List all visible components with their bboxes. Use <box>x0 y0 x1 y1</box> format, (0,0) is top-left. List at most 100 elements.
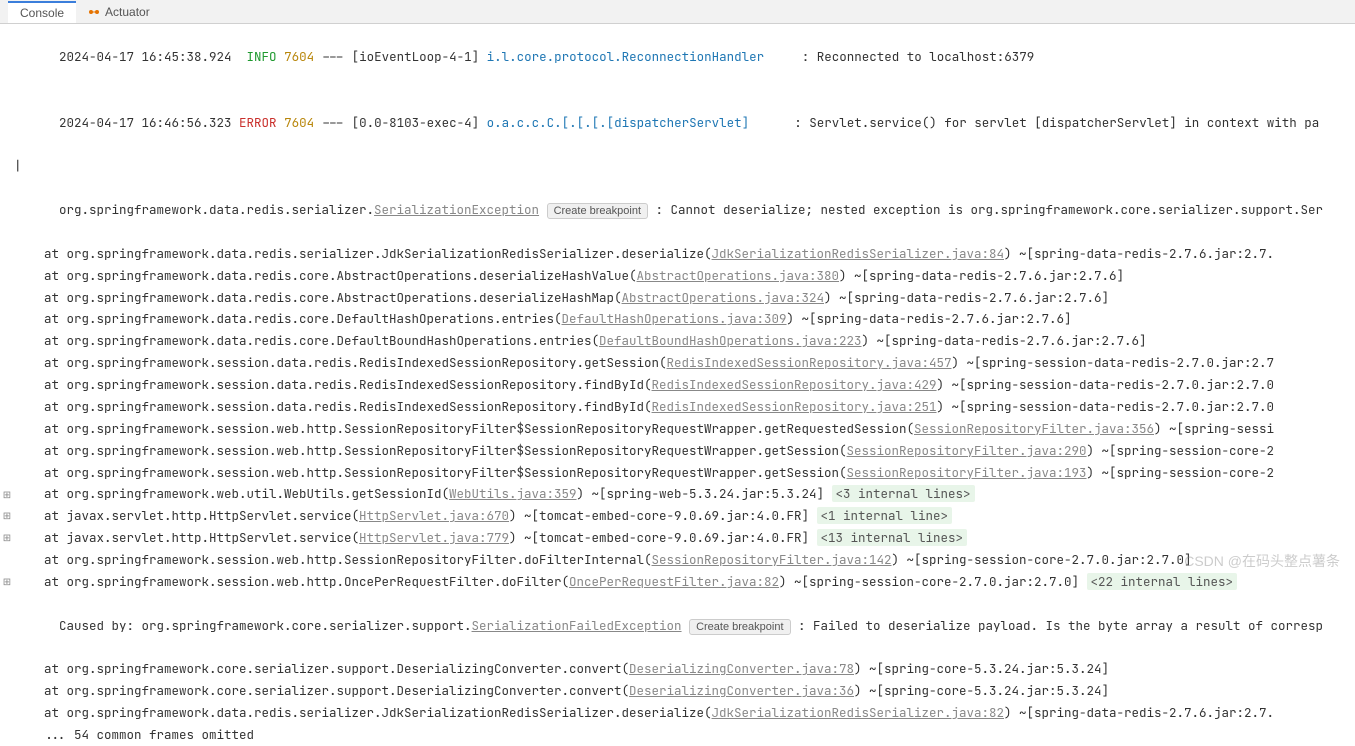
stack-text: at org.springframework.session.data.redi… <box>14 376 652 393</box>
stack-frame: at org.springframework.session.web.http.… <box>0 440 1355 462</box>
exception-prefix: org.springframework.data.redis.serialize… <box>59 201 374 218</box>
create-breakpoint-button[interactable]: Create breakpoint <box>547 203 648 219</box>
stack-frame: at org.springframework.core.serializer.s… <box>0 658 1355 680</box>
stack-text: at org.springframework.session.data.redi… <box>14 398 652 415</box>
create-breakpoint-button[interactable]: Create breakpoint <box>689 619 790 635</box>
jar-info: ) ~[spring-session-data-redis-2.7.0.jar:… <box>937 376 1275 393</box>
tab-actuator-label: Actuator <box>105 5 150 19</box>
text-cursor: | <box>14 155 1355 177</box>
stack-text: at org.springframework.core.serializer.s… <box>14 660 629 677</box>
folded-lines-badge[interactable]: <1 internal line> <box>817 507 953 524</box>
caused-by-message: : Failed to deserialize payload. Is the … <box>798 617 1323 634</box>
source-link[interactable]: JdkSerializationRedisSerializer.java:84 <box>712 245 1005 262</box>
jar-info: ) ~[spring-data-redis-2.7.6.jar:2.7.6] <box>787 310 1072 327</box>
stack-frame: ⊞ at javax.servlet.http.HttpServlet.serv… <box>0 505 1355 527</box>
stack-text: at javax.servlet.http.HttpServlet.servic… <box>14 507 359 524</box>
stack-text: at org.springframework.data.redis.serial… <box>14 245 712 262</box>
cursor-line: | <box>0 155 1355 177</box>
stack-frame: at org.springframework.session.data.redi… <box>0 396 1355 418</box>
jar-info: ) ~[spring-data-redis-2.7.6.jar:2.7.6] <box>824 289 1109 306</box>
caused-by-prefix: Caused by: org.springframework.core.seri… <box>59 617 472 634</box>
stack-text: at org.springframework.data.redis.core.D… <box>14 332 599 349</box>
stack-frame: at org.springframework.session.web.http.… <box>0 418 1355 440</box>
stack-frame: at org.springframework.session.web.http.… <box>0 462 1355 484</box>
stack-frame: at org.springframework.session.web.http.… <box>0 549 1355 571</box>
stack-frame: at org.springframework.data.redis.core.A… <box>0 265 1355 287</box>
source-link[interactable]: RedisIndexedSessionRepository.java:251 <box>652 398 937 415</box>
source-link[interactable]: JdkSerializationRedisSerializer.java:82 <box>712 704 1005 721</box>
jar-info: ) ~[spring-core-5.3.24.jar:5.3.24] <box>854 682 1109 699</box>
source-link[interactable]: DeserializingConverter.java:78 <box>629 660 854 677</box>
log-pid: 7604 <box>284 48 314 65</box>
source-link[interactable]: DefaultBoundHashOperations.java:223 <box>599 332 862 349</box>
jar-info: ) ~[tomcat-embed-core-9.0.69.jar:4.0.FR] <box>509 507 817 524</box>
source-link[interactable]: RedisIndexedSessionRepository.java:429 <box>652 376 937 393</box>
expand-gutter-icon[interactable]: ⊞ <box>0 529 14 547</box>
stack-frame: at org.springframework.session.data.redi… <box>0 374 1355 396</box>
jar-info: ) ~[spring-session-data-redis-2.7.0.jar:… <box>937 398 1275 415</box>
log-logger: o.a.c.c.C.[.[.[.[dispatcherServlet] <box>487 114 750 131</box>
stack-frame: at org.springframework.data.redis.serial… <box>0 702 1355 724</box>
stack-frame: at org.springframework.session.data.redi… <box>0 352 1355 374</box>
source-link[interactable]: SessionRepositoryFilter.java:356 <box>914 420 1154 437</box>
stack-frame: ⊞ at javax.servlet.http.HttpServlet.serv… <box>0 527 1355 549</box>
stack-text: at org.springframework.data.redis.core.A… <box>14 289 622 306</box>
stack-text: at org.springframework.web.util.WebUtils… <box>14 485 449 502</box>
folded-lines-badge[interactable]: <22 internal lines> <box>1087 573 1238 590</box>
jar-info: ) ~[spring-core-5.3.24.jar:5.3.24] <box>854 660 1109 677</box>
folded-lines-badge[interactable]: <3 internal lines> <box>832 485 975 502</box>
expand-gutter-icon[interactable]: ⊞ <box>0 573 14 591</box>
log-level: INFO <box>247 48 277 65</box>
console-output[interactable]: 2024-04-17 16:45:38.924 INFO 7604 --- [i… <box>0 24 1355 746</box>
tab-console[interactable]: Console <box>8 1 76 23</box>
source-link[interactable]: RedisIndexedSessionRepository.java:457 <box>667 354 952 371</box>
log-pid: 7604 <box>284 114 314 131</box>
jar-info: ) ~[spring-session-core-2 <box>1087 464 1275 481</box>
source-link[interactable]: HttpServlet.java:670 <box>359 507 509 524</box>
source-link[interactable]: AbstractOperations.java:380 <box>637 267 840 284</box>
stack-text: at org.springframework.session.web.http.… <box>14 573 569 590</box>
source-link[interactable]: OncePerRequestFilter.java:82 <box>569 573 779 590</box>
exception-message: : Cannot deserialize; nested exception i… <box>656 201 1324 218</box>
stack-text: at org.springframework.data.redis.core.A… <box>14 267 637 284</box>
exception-class-link[interactable]: SerializationException <box>374 201 539 218</box>
tab-console-label: Console <box>20 6 64 20</box>
stack-text: at org.springframework.data.redis.core.D… <box>14 310 562 327</box>
source-link[interactable]: SessionRepositoryFilter.java:290 <box>847 442 1087 459</box>
stack-frame: at org.springframework.core.serializer.s… <box>0 680 1355 702</box>
exception-line: org.springframework.data.redis.serialize… <box>0 177 1355 243</box>
actuator-icon <box>88 6 100 18</box>
expand-gutter-icon[interactable]: ⊞ <box>0 486 14 504</box>
source-link[interactable]: AbstractOperations.java:324 <box>622 289 825 306</box>
log-logger: i.l.core.protocol.ReconnectionHandler <box>487 48 765 65</box>
exception-class-link[interactable]: SerializationFailedException <box>472 617 682 634</box>
log-entry: 2024-04-17 16:46:56.323 ERROR 7604 --- [… <box>0 90 1355 156</box>
folded-lines-badge[interactable]: <13 internal lines> <box>817 529 968 546</box>
jar-info: ) ~[spring-sessi <box>1154 420 1274 437</box>
source-link[interactable]: WebUtils.java:359 <box>449 485 577 502</box>
source-link[interactable]: DefaultHashOperations.java:309 <box>562 310 787 327</box>
log-entry: 2024-04-17 16:45:38.924 INFO 7604 --- [i… <box>0 24 1355 90</box>
stack-text: at org.springframework.session.web.http.… <box>14 464 847 481</box>
stack-text: at org.springframework.data.redis.serial… <box>14 704 712 721</box>
jar-info: ) ~[spring-session-data-redis-2.7.0.jar:… <box>952 354 1275 371</box>
jar-info: ) ~[spring-session-core-2.7.0.jar:2.7.0] <box>779 573 1087 590</box>
expand-gutter-icon[interactable]: ⊞ <box>0 507 14 525</box>
source-link[interactable]: SessionRepositoryFilter.java:193 <box>847 464 1087 481</box>
jar-info: ) ~[spring-data-redis-2.7.6.jar:2.7.6] <box>862 332 1147 349</box>
jar-info: ) ~[spring-web-5.3.24.jar:5.3.24] <box>577 485 832 502</box>
jar-info: ) ~[spring-data-redis-2.7.6.jar:2.7.6] <box>839 267 1124 284</box>
log-message: : Reconnected to localhost:6379 <box>802 48 1035 65</box>
jar-info: ) ~[spring-session-core-2 <box>1087 442 1275 459</box>
source-link[interactable]: SessionRepositoryFilter.java:142 <box>652 551 892 568</box>
tab-actuator[interactable]: Actuator <box>76 2 162 22</box>
stack-text: at org.springframework.session.data.redi… <box>14 354 667 371</box>
jar-info: ) ~[spring-session-core-2.7.0.jar:2.7.0] <box>892 551 1192 568</box>
stack-frame: ⊞ at org.springframework.session.web.htt… <box>0 571 1355 593</box>
stack-frame: ⊞ at org.springframework.web.util.WebUti… <box>0 483 1355 505</box>
source-link[interactable]: DeserializingConverter.java:36 <box>629 682 854 699</box>
stack-text: at javax.servlet.http.HttpServlet.servic… <box>14 529 359 546</box>
frames-omitted-line: ... 54 common frames omitted <box>0 724 1355 746</box>
stack-text: at org.springframework.session.web.http.… <box>14 420 914 437</box>
source-link[interactable]: HttpServlet.java:779 <box>359 529 509 546</box>
